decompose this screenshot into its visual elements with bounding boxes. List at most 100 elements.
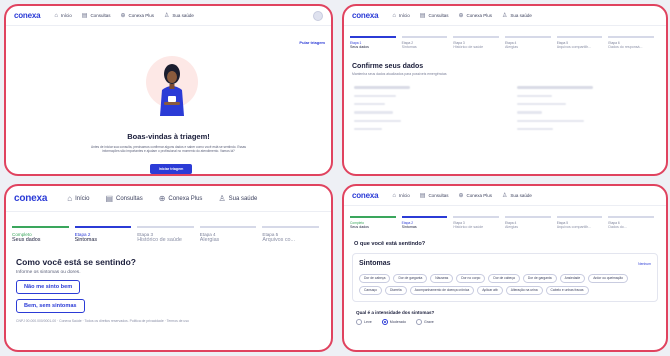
step-1[interactable]: Completo Seus dados <box>350 216 402 229</box>
step-3[interactable]: Etapa 3 Histórico de saúde <box>137 226 200 243</box>
feeling-well-button[interactable]: Bem, sem sintomas <box>16 299 85 313</box>
step-name: Arquivos compartilh... <box>556 224 592 229</box>
nav-home[interactable]: ⌂ Início <box>67 194 89 203</box>
nav-label: Consultas <box>428 193 449 198</box>
nav-conexa-plus[interactable]: ⊕ Conexa Plus <box>458 12 492 19</box>
blurred-field <box>517 85 594 89</box>
blurred-field <box>517 102 566 106</box>
nav-label: Início <box>399 193 410 198</box>
step-4[interactable]: Etapa 4 Alergias <box>505 216 557 229</box>
avatar[interactable] <box>313 10 323 21</box>
nav-conexa-plus[interactable]: ⊕ Conexa Plus <box>159 194 203 203</box>
step-5[interactable]: Etapa 5 Arquivos compartilh... <box>556 216 609 229</box>
nav-sua-saude[interactable]: ♙ Sua saúde <box>218 194 257 203</box>
symptom-chip[interactable]: Dor de garganta <box>393 273 428 283</box>
intensity-radio-group: Leve Moderado Grave <box>356 318 666 325</box>
home-icon: ⌂ <box>67 194 73 203</box>
nav-home[interactable]: ⌂ Início <box>392 13 409 19</box>
doctor-illustration <box>146 56 198 116</box>
nav-conexa-plus[interactable]: ⊕ Conexa Plus <box>458 192 492 199</box>
nav-sua-saude[interactable]: ♙ Sua saúde <box>502 12 532 19</box>
step-6[interactable]: Etapa 6 Dados do responsá... <box>608 36 660 49</box>
symptom-chip[interactable]: Dor de garganta <box>522 273 557 283</box>
nav-sua-saude[interactable]: ♙ Sua saúde <box>164 12 194 19</box>
step-2[interactable]: Etapa 2 Sintomas <box>401 36 454 49</box>
symptom-chip[interactable]: Cabelo e unhas fracas <box>545 285 589 295</box>
nav-home[interactable]: ⌂ Início <box>392 193 409 199</box>
step-5[interactable]: Etapa 5 Arquivos compartilh... <box>556 36 609 49</box>
nav-label: Sua saúde <box>172 13 194 18</box>
person-icon: ♙ <box>218 194 226 203</box>
calendar-icon: ▤ <box>419 193 426 199</box>
symptom-chip[interactable]: Náuseas <box>430 273 454 283</box>
symptom-chip[interactable]: Dor de cabeça <box>488 273 520 283</box>
step-4[interactable]: Etapa 4 Alergias <box>199 226 263 243</box>
step-4[interactable]: Etapa 4 Alergias <box>505 36 557 49</box>
home-icon: ⌂ <box>54 12 58 19</box>
nav-label: Consultas <box>116 195 143 202</box>
conexa-logo[interactable]: conexa <box>14 193 47 204</box>
start-triage-button[interactable]: Iniciar triagem <box>150 164 192 174</box>
step-3[interactable]: Etapa 3 Histórico de saúde <box>453 216 505 229</box>
nav-conexa-plus[interactable]: ⊕ Conexa Plus <box>120 12 154 19</box>
nav-consultas[interactable]: ▤ Consultas <box>420 192 449 199</box>
step-name: Histórico de saúde <box>453 224 484 229</box>
symptom-chip[interactable]: Ansiedade <box>559 273 586 283</box>
nav-consultas[interactable]: ▤ Consultas <box>420 12 449 19</box>
step-name: Alergias <box>199 237 220 243</box>
nav-label: Conexa Plus <box>128 13 154 18</box>
symptom-chip[interactable]: Alteração na urina <box>505 285 543 295</box>
symptom-chip[interactable]: Ardor ou queimação <box>588 273 628 283</box>
step-name: Seus dados <box>350 224 369 229</box>
nav-consultas[interactable]: ▤ Consultas <box>105 194 142 203</box>
radio-label: Leve <box>364 319 372 324</box>
none-link[interactable]: Nenhum <box>638 262 651 266</box>
user-data-grid <box>354 85 656 131</box>
welcome-screen: conexa ⌂ Início ▤ Consultas ⊕ Conexa Plus ♙… <box>4 4 333 176</box>
nav-label: Consultas <box>428 13 449 18</box>
top-nav: conexa ⌂ Início ▤ Consultas ⊕ Conexa Plus ♙… <box>6 186 331 212</box>
welcome-description: Antes de iniciar sua consulta, precisamo… <box>90 145 247 154</box>
not-feeling-well-button[interactable]: Não me sinto bem <box>16 280 81 294</box>
step-3[interactable]: Etapa 3 Histórico de saúde <box>453 36 505 49</box>
nav-home[interactable]: ⌂ Início <box>54 13 71 19</box>
conexa-logo[interactable]: conexa <box>352 11 379 20</box>
radio-selected-icon <box>381 318 388 325</box>
symptoms-screen: conexa ⌂ Início ▤ Consultas ⊕ Conexa Plus ♙… <box>342 184 668 352</box>
step-6[interactable]: Etapa 6 Dados do... <box>608 216 660 229</box>
stepper: Completo Seus dados Etapa 2 Sintomas Etapa… <box>6 226 331 243</box>
symptom-chip[interactable]: Dor no corpo <box>456 273 486 283</box>
intensity-option-leve[interactable]: Leve <box>356 318 372 325</box>
symptom-chip[interactable]: Aplicar atb <box>477 285 503 295</box>
symptom-chip[interactable]: Dor de cabeça <box>359 273 391 283</box>
step-5[interactable]: Etapa 5 Arquivos co... <box>262 226 325 243</box>
step-2[interactable]: Etapa 2 Sintomas <box>74 226 138 243</box>
conexa-logo[interactable]: conexa <box>14 11 41 20</box>
radio-icon <box>415 318 422 325</box>
symptom-chip[interactable]: Cansaço <box>359 285 383 295</box>
blurred-field <box>354 119 402 123</box>
nav-consultas[interactable]: ▤ Consultas <box>82 12 111 19</box>
intensity-option-grave[interactable]: Grave <box>415 318 434 325</box>
nav-label: Sua saúde <box>228 195 258 202</box>
plus-circle-icon: ⊕ <box>158 194 166 203</box>
intensity-question: Qual é a intensidade dos sintomas? <box>356 309 435 315</box>
symptom-chip[interactable]: Acompanhamento de doença crônica <box>409 285 475 295</box>
intensity-option-moderado[interactable]: Moderado <box>381 318 406 325</box>
feeling-options: Não me sinto bem Bem, sem sintomas <box>6 275 331 313</box>
skip-triage-link[interactable]: Pular triagem <box>299 40 325 45</box>
step-1[interactable]: Etapa 1 Seus dados <box>350 36 402 49</box>
symptom-chip[interactable]: Diarréia <box>385 285 407 295</box>
nav-label: Conexa Plus <box>466 193 492 198</box>
calendar-icon: ▤ <box>419 13 426 19</box>
blurred-field <box>354 102 385 106</box>
step-name: Sintomas <box>401 44 417 49</box>
step-name: Arquivos co... <box>262 237 296 243</box>
conexa-logo[interactable]: conexa <box>352 191 379 200</box>
nav-sua-saude[interactable]: ♙ Sua saúde <box>502 192 532 199</box>
blurred-field <box>354 111 393 114</box>
blurred-field <box>517 111 543 114</box>
stepper: Etapa 1 Seus dados Etapa 2 Sintomas Etapa … <box>344 36 666 49</box>
step-2[interactable]: Etapa 2 Sintomas <box>401 216 454 229</box>
step-1[interactable]: Completo Seus dados <box>12 226 75 243</box>
